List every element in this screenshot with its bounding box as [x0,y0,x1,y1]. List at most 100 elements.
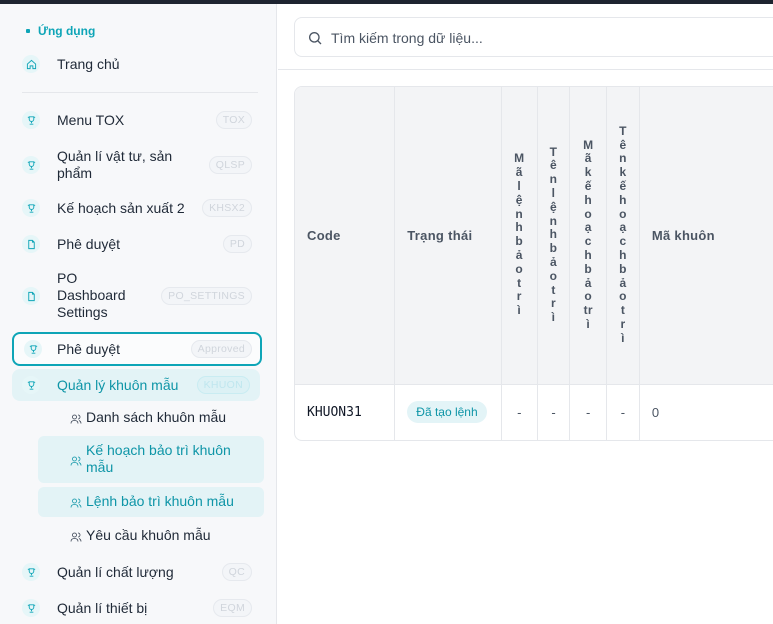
header-char: ế [584,179,592,194]
sidebar-badge: PD [222,235,252,253]
header-char: ì [551,310,556,325]
header-char: h [549,227,558,242]
sidebar-badge: Approved [190,340,252,358]
header-char: ạ [619,220,627,235]
header-char: o [515,261,524,276]
cell-ma-khuon: 0 [639,384,773,440]
table-row[interactable]: KHUON31 Đã tạo lệnh - - - - 0 [295,384,773,440]
sidebar-section-label: Ứng dụng [26,24,95,38]
header-char: b [584,261,593,276]
header-char: ả [549,254,557,269]
subitem-yeu-cau-khuon-mau[interactable]: Yêu cầu khuôn mẫu [38,524,264,548]
header-char: b [549,241,558,256]
header-char: o [619,289,627,304]
header-char: ệ [549,199,557,214]
header-char: ế [619,179,627,194]
header-char: h [619,248,627,263]
trophy-icon [22,563,40,581]
header-char: t [551,282,556,297]
sidebar-badge: EQM [213,599,252,617]
column-header-ten-ke-hoach-bao-tri[interactable]: Tênkếhoạchbảotrì [606,87,640,385]
sidebar-badge: KHSX2 [202,199,252,217]
sidebar-item-approved[interactable]: Phê duyệt Approved [12,332,262,366]
trophy-icon [22,111,40,129]
header-char: ì [517,303,522,318]
header-char: ê [619,137,627,152]
header-char: c [584,234,592,249]
trophy-icon [22,156,40,174]
sidebar-item-khsx2[interactable]: Kế hoạch sản xuất 2 KHSX2 [12,196,262,220]
home-icon [22,55,40,73]
header-char: o [584,289,593,304]
sidebar-item-pd[interactable]: Phê duyệt PD [12,232,262,256]
header-char: T [619,123,627,138]
users-icon [70,454,82,466]
data-table: Code Trạng thái Mãlệnhbảotrì Tênlệnhbảot… [294,86,773,441]
header-char: M [583,137,594,152]
sidebar-badge: QC [221,563,252,581]
header-char: k [584,165,592,180]
column-header-ten-lenh-bao-tri[interactable]: Tênlệnhbảotrì [537,87,571,385]
header-char: n [619,151,627,166]
users-icon [70,412,82,424]
sidebar-item-qlsp[interactable]: Quản lí vật tư, sản phẩm QLSP [12,147,262,183]
subitem-ke-hoach-bao-tri[interactable]: Kế hoạch bảo trì khuôn mẫu [38,436,264,483]
sidebar-badge: QLSP [208,156,252,174]
header-char: c [619,234,627,249]
header-char: tr [583,303,593,318]
search-bar [278,4,773,70]
sidebar-item-home[interactable]: Trang chủ [12,52,262,76]
cell-ten-ke-hoach: - [606,384,640,440]
column-header-code[interactable]: Code [295,87,396,385]
header-char: ã [515,165,523,180]
header-char: ả [584,275,592,290]
trophy-icon [22,199,40,217]
search-input[interactable] [331,27,771,49]
sidebar-item-qc[interactable]: Quản lí chất lượng QC [12,560,262,584]
sidebar-item-khuon[interactable]: Quản lý khuôn mẫu KHUON [12,369,260,401]
sidebar-badge: PO_SETTINGS [161,287,252,305]
subitem-danh-sach-khuon-mau[interactable]: Danh sách khuôn mẫu [38,406,264,430]
sidebar: Ứng dụng Trang chủ Menu TOX TOX Quản lí … [0,4,277,624]
header-char: h [584,192,593,207]
sidebar-item-menu-tox[interactable]: Menu TOX TOX [12,108,262,132]
header-char: ê [549,158,557,173]
status-badge: Đã tạo lệnh [407,401,487,424]
sidebar-badge: KHUON [196,376,250,394]
subitem-label: Kế hoạch bảo trì khuôn mẫu [86,442,231,475]
users-icon [70,530,82,542]
table-header-row: Code Trạng thái Mãlệnhbảotrì Tênlệnhbảot… [295,87,773,385]
cell-ma-lenh: - [501,384,538,440]
column-header-status[interactable]: Trạng thái [394,87,502,385]
header-char: M [514,151,525,166]
column-header-ma-khuon[interactable]: Mã khuôn [639,87,773,385]
header-char: r [550,296,556,311]
column-header-ma-lenh-bao-tri[interactable]: Mãlệnhbảotrì [501,87,538,385]
trophy-icon [22,599,40,617]
header-char: t [517,275,522,290]
header-char: l [517,179,522,194]
header-char: n [515,206,524,221]
sidebar-divider [22,92,258,93]
trophy-icon [22,376,40,394]
header-char: ả [619,275,627,290]
header-char: r [516,289,522,304]
header-char: l [551,185,556,200]
cell-ten-lenh: - [537,384,571,440]
search-box[interactable] [294,17,773,57]
trophy-icon [24,340,42,358]
table: Code Trạng thái Mãlệnhbảotrì Tênlệnhbảot… [295,87,773,440]
main-content: Code Trạng thái Mãlệnhbảotrì Tênlệnhbảot… [278,4,773,624]
cell-ma-ke-hoach: - [569,384,608,440]
subitem-lenh-bao-tri[interactable]: Lệnh bảo trì khuôn mẫu [38,487,264,517]
header-char: ì [621,330,625,345]
column-header-ma-ke-hoach-bao-tri[interactable]: Mã k ế h o ạ c h b ả o tr ì [569,87,608,385]
header-char: t [620,303,626,318]
sidebar-item-eqm[interactable]: Quản lí thiết bị EQM [12,596,262,620]
header-char: o [619,206,627,221]
document-icon [22,287,40,305]
document-icon [22,235,40,253]
sidebar-item-po-settings[interactable]: PO Dashboard Settings PO_SETTINGS [12,270,262,322]
sidebar-item-label: Quản lí vật tư, sản phẩm [57,148,173,181]
search-icon [309,32,322,45]
